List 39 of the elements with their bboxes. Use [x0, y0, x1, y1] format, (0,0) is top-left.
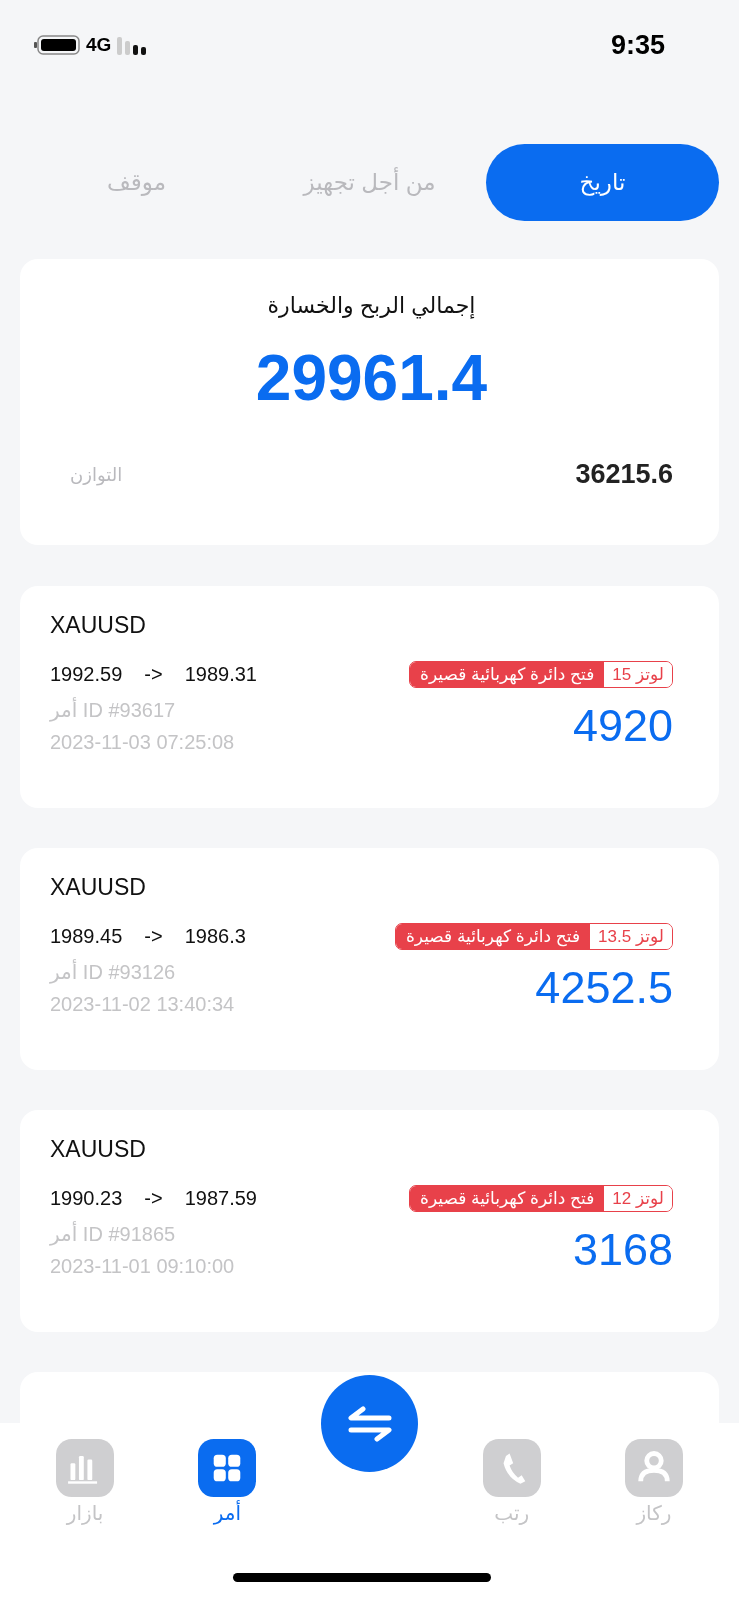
tab[interactable]: تاريخ [486, 144, 719, 221]
profit-value: 4920 [572, 700, 673, 752]
open-price: 1992.59 [50, 663, 123, 686]
order-tag: فتح دائرة كهربائية قصيرة لوتز 15 [409, 661, 673, 688]
arrow-text: -> [144, 925, 163, 948]
close-price: 1987.59 [184, 1187, 257, 1210]
summary-title: إجمالي الربح والخسارة [267, 293, 476, 319]
battery-icon [34, 35, 80, 55]
total-profit: 29961.4 [255, 341, 488, 415]
nav-tab[interactable]: أمر [156, 1439, 299, 1525]
tab[interactable]: من أجل تجهيز [253, 144, 486, 221]
arrow-text: -> [144, 1187, 163, 1210]
order-time: 2023-11-02 13:40:34 [50, 992, 235, 1017]
clock-time: 9:35 [610, 29, 665, 61]
symbol: XAUUSD [50, 612, 146, 639]
nav-tab[interactable]: ركاز [582, 1439, 725, 1525]
swap-icon [346, 1405, 393, 1442]
close-price: 1989.31 [184, 663, 257, 686]
order-id: أمر ID #93617 [50, 696, 177, 724]
order-id: أمر ID #91865 [50, 1220, 177, 1248]
profit-value: 4252.5 [535, 962, 673, 1014]
network-type: 4G [86, 34, 112, 56]
profit-value: 3168 [572, 1224, 673, 1276]
order-time: 2023-11-03 07:25:08 [50, 730, 235, 755]
order-id: أمر ID #93126 [50, 958, 177, 986]
symbol: XAUUSD [50, 874, 146, 901]
close-price: 1986.3 [184, 925, 246, 948]
symbol: XAUUSD [50, 1136, 146, 1163]
balance-label: التوازن [70, 463, 123, 486]
balance-value: 36215.6 [575, 459, 673, 490]
open-price: 1990.23 [50, 1187, 123, 1210]
arrow-text: -> [144, 663, 163, 686]
open-price: 1989.45 [50, 925, 123, 948]
nav-tab[interactable]: رتب [440, 1439, 583, 1525]
order-time: 2023-11-01 09:10:00 [50, 1254, 235, 1279]
tab[interactable]: موقف [20, 144, 253, 221]
order-tag: فتح دائرة كهربائية قصيرة لوتز 12 [409, 1185, 673, 1212]
nav-tab[interactable]: بازار [14, 1439, 157, 1525]
order-tag: فتح دائرة كهربائية قصيرة لوتز 13.5 [394, 923, 673, 950]
